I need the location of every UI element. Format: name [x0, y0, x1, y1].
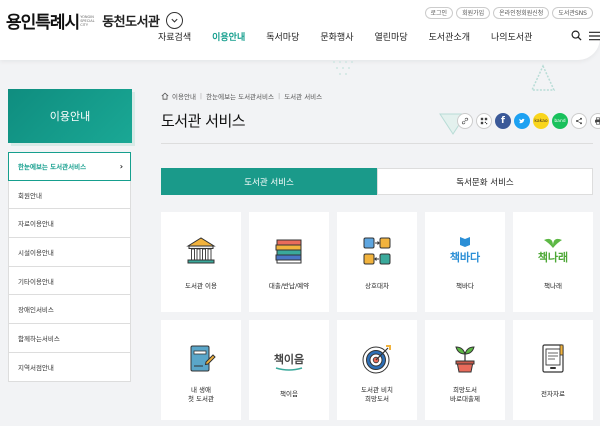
service-card-chaekieum[interactable]: 책이음 책이음	[249, 320, 329, 420]
library-building-icon	[186, 237, 216, 264]
ebook-icon	[542, 344, 564, 373]
city-logo-sub: YONGIN SPECIAL CITY	[80, 14, 95, 27]
site-header: 용인특례시 YONGIN SPECIAL CITY 동천도서관 로그인 회원가입…	[0, 0, 600, 60]
chevron-down-icon	[170, 18, 178, 23]
utility-links: 로그인 회원가입 온라인정회원신청 도서관SNS	[424, 7, 593, 19]
service-card-wish-book[interactable]: 도서관 비치 희망도서	[337, 320, 417, 420]
service-card-label: 전자자료	[541, 390, 565, 398]
service-card-label: 책나래	[544, 282, 562, 290]
chaekieum-logo-icon: 책이음	[274, 352, 304, 371]
service-card-label: 내 생애 첫 도서관	[188, 386, 214, 403]
service-card-label: 대출/반납/예약	[268, 282, 310, 290]
title-divider	[161, 143, 593, 144]
chevron-right-icon: ›	[119, 161, 123, 171]
qr-code-button[interactable]	[476, 113, 492, 129]
sidebar-item-materials[interactable]: 자료이용안내	[8, 209, 131, 239]
share-icon	[576, 117, 582, 125]
service-card-label: 희망도서 바로대출제	[450, 386, 480, 403]
breadcrumb-separator: |	[277, 92, 281, 100]
service-grid: 도서관 이용 대출/반납/예약 상호대차 책바다 책바다 책나래 책나래 내 생…	[161, 212, 593, 420]
service-tabs: 도서관 서비스 독서문화 서비스	[161, 168, 593, 195]
home-icon[interactable]	[161, 92, 169, 100]
breadcrumb-separator: |	[199, 92, 203, 100]
service-card-chaekbada[interactable]: 책바다 책바다	[425, 212, 505, 312]
library-sns-link[interactable]: 도서관SNS	[552, 7, 593, 19]
sidebar-menu: 한눈에보는 도서관서비스 › 회원안내 자료이용안내 시설이용안내 기타이용안내…	[8, 152, 131, 382]
print-button[interactable]	[590, 113, 600, 129]
plant-icon	[455, 346, 475, 373]
signup-link[interactable]: 회원가입	[456, 7, 491, 19]
sidebar-item-other[interactable]: 기타이용안내	[8, 266, 131, 296]
library-select-button[interactable]	[165, 12, 183, 29]
breadcrumb-item[interactable]: 이용안내	[172, 91, 196, 101]
sidebar-item-together[interactable]: 함께하는서비스	[8, 324, 131, 353]
main-nav: 자료검색 이용안내 독서마당 문화행사 열린마당 도서관소개 나의도서관	[158, 30, 553, 43]
first-library-book-icon	[190, 345, 216, 372]
nav-item-search[interactable]: 자료검색	[158, 30, 191, 43]
service-card-interlibrary-loan[interactable]: 상호대차	[337, 212, 417, 312]
page-title: 도서관 서비스	[161, 112, 246, 130]
service-card-chaeknarae[interactable]: 책나래 책나래	[513, 212, 593, 312]
sidebar-item-local-bookstore[interactable]: 지역서점안내	[8, 352, 131, 382]
printer-icon	[595, 117, 600, 125]
chaeknarae-logo-icon: 책나래	[538, 238, 568, 264]
share-button[interactable]	[571, 113, 587, 129]
breadcrumb-item[interactable]: 한눈에보는 도서관서비스	[206, 91, 274, 101]
book-stack-icon	[275, 239, 302, 264]
logo[interactable]: 용인특례시 YONGIN SPECIAL CITY 동천도서관	[6, 8, 183, 33]
share-buttons: f kakao band	[457, 113, 600, 129]
qr-code-icon	[480, 117, 488, 125]
service-card-label: 책이음	[280, 390, 298, 398]
chaekbada-logo-icon: 책바다	[450, 237, 481, 264]
city-logo: 용인특례시	[6, 13, 80, 33]
tab-library-services[interactable]: 도서관 서비스	[161, 168, 377, 195]
sidebar-item-disability[interactable]: 장애인서비스	[8, 295, 131, 325]
service-card-e-resources[interactable]: 전자자료	[513, 320, 593, 420]
service-card-label: 상호대차	[365, 282, 389, 290]
target-icon	[362, 345, 391, 374]
service-card-label: 도서관 비치 희망도서	[361, 386, 393, 403]
chaeknarae-logo-text: 책나래	[538, 250, 568, 264]
twitter-bird-icon	[519, 118, 525, 124]
online-member-link[interactable]: 온라인정회원신청	[493, 7, 550, 19]
library-name: 동천도서관	[102, 15, 160, 30]
nav-item-reading[interactable]: 독서마당	[266, 30, 299, 43]
kakaostory-share-button[interactable]: kakao	[533, 113, 549, 129]
nav-item-culture[interactable]: 문화행사	[320, 30, 353, 43]
login-link[interactable]: 로그인	[424, 7, 454, 19]
sidebar-item-facilities[interactable]: 시설이용안내	[8, 238, 131, 267]
breadcrumb-item[interactable]: 도서관 서비스	[284, 91, 322, 101]
nav-item-usage-guide[interactable]: 이용안내	[212, 30, 245, 43]
copy-link-button[interactable]	[457, 113, 473, 129]
breadcrumb: 이용안내 | 한눈에보는 도서관서비스 | 도서관 서비스	[161, 91, 322, 101]
link-icon	[461, 117, 469, 125]
service-card-label: 책바다	[456, 282, 474, 290]
decorative-triangle-icon	[530, 64, 556, 91]
sidebar-title: 이용안내	[8, 89, 132, 143]
search-icon[interactable]	[571, 30, 582, 41]
sidebar-item-service-overview[interactable]: 한눈에보는 도서관서비스 ›	[8, 152, 131, 181]
chaekbada-logo-text: 책바다	[450, 250, 481, 264]
sidebar-item-label: 한눈에보는 도서관서비스	[18, 163, 87, 172]
sidebar-item-membership[interactable]: 회원안내	[8, 180, 131, 210]
service-card-library-use[interactable]: 도서관 이용	[161, 212, 241, 312]
facebook-share-button[interactable]: f	[495, 113, 511, 129]
chaekieum-logo-text: 책이음	[274, 352, 304, 366]
hamburger-menu-icon[interactable]	[589, 31, 600, 41]
naver-band-share-button[interactable]: band	[552, 113, 568, 129]
nav-item-my-library[interactable]: 나의도서관	[491, 30, 532, 43]
service-card-loan-return-reserve[interactable]: 대출/반납/예약	[249, 212, 329, 312]
service-card-label: 도서관 이용	[185, 282, 217, 290]
nav-item-about[interactable]: 도서관소개	[429, 30, 470, 43]
service-card-first-library[interactable]: 내 생애 첫 도서관	[161, 320, 241, 420]
service-card-direct-loan[interactable]: 희망도서 바로대출제	[425, 320, 505, 420]
decorative-dots-icon	[333, 61, 353, 75]
twitter-share-button[interactable]	[514, 113, 530, 129]
exchange-icon	[363, 237, 391, 265]
tab-reading-culture-services[interactable]: 독서문화 서비스	[377, 168, 593, 195]
nav-item-open-forum[interactable]: 열린마당	[375, 30, 408, 43]
